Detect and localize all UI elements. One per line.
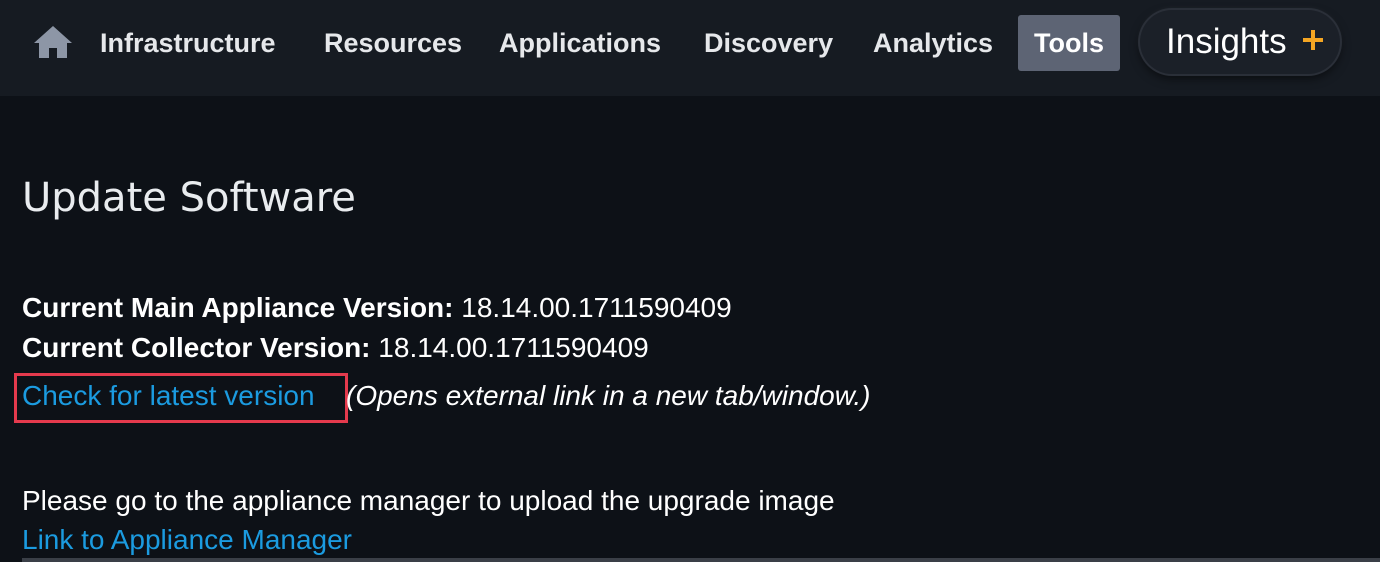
plus-icon bbox=[1303, 30, 1323, 50]
nav-applications[interactable]: Applications bbox=[499, 22, 661, 66]
main-version-value: 18.14.00.1711590409 bbox=[461, 292, 732, 323]
insights-label: Insights bbox=[1166, 22, 1287, 61]
divider bbox=[22, 558, 1380, 562]
main-version-label: Current Main Appliance Version: bbox=[22, 292, 454, 323]
external-link-note: (Opens external link in a new tab/window… bbox=[346, 380, 871, 411]
nav-discovery[interactable]: Discovery bbox=[704, 22, 833, 66]
nav-tools[interactable]: Tools bbox=[1018, 15, 1120, 71]
page-title: Update Software bbox=[22, 175, 356, 221]
nav-resources[interactable]: Resources bbox=[324, 22, 462, 66]
nav-analytics[interactable]: Analytics bbox=[873, 22, 993, 66]
collector-version-value: 18.14.00.1711590409 bbox=[378, 332, 649, 363]
collector-version: Current Collector Version: 18.14.00.1711… bbox=[22, 330, 649, 366]
collector-version-label: Current Collector Version: bbox=[22, 332, 371, 363]
upgrade-instructions: Please go to the appliance manager to up… bbox=[22, 485, 835, 516]
appliance-manager-link[interactable]: Link to Appliance Manager bbox=[22, 522, 352, 558]
top-navbar: Infrastructure Resources Applications Di… bbox=[0, 0, 1380, 96]
home-icon[interactable] bbox=[32, 24, 74, 60]
main-appliance-version: Current Main Appliance Version: 18.14.00… bbox=[22, 290, 732, 326]
nav-infrastructure[interactable]: Infrastructure bbox=[100, 22, 276, 66]
highlight-box bbox=[14, 373, 348, 423]
